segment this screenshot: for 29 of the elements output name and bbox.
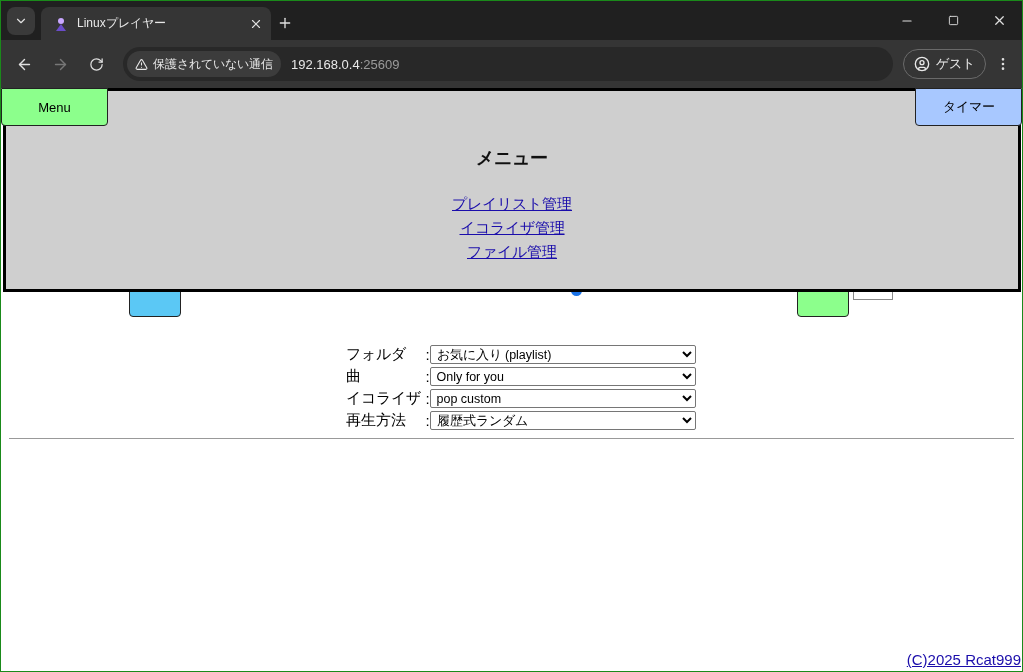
profile-label: ゲスト	[936, 55, 975, 73]
setting-label: 再生方法	[345, 411, 407, 430]
tab-search-button[interactable]	[7, 7, 35, 35]
setting-select[interactable]: お気に入り (playlist)	[429, 345, 696, 364]
label-colon: :	[425, 412, 430, 429]
menu-title: メニュー	[476, 147, 548, 170]
menu-link[interactable]: ファイル管理	[467, 240, 557, 264]
browser-tab[interactable]: Linuxプレイヤー	[41, 7, 271, 40]
label-colon: :	[425, 390, 430, 407]
label-colon: :	[425, 346, 430, 363]
setting-label: 曲	[345, 367, 362, 386]
timer-button[interactable]: タイマー	[915, 88, 1022, 126]
setting-select[interactable]: Only for you	[429, 367, 696, 386]
menu-link[interactable]: プレイリスト管理	[452, 192, 572, 216]
setting-select[interactable]: pop custom	[429, 389, 696, 408]
warning-icon	[135, 57, 148, 71]
menu-button[interactable]: Menu	[1, 88, 108, 126]
copyright-link[interactable]: (C)2025 Rcat999	[906, 651, 1021, 668]
security-chip[interactable]: 保護されていない通信	[127, 51, 281, 77]
menu-link[interactable]: イコライザ管理	[459, 216, 565, 240]
label-colon: :	[425, 368, 430, 385]
url-field[interactable]: 192.168.0.4:25609	[291, 56, 400, 72]
new-tab-icon[interactable]	[277, 15, 293, 31]
setting-label: イコライザ	[345, 389, 422, 408]
setting-label: フォルダ	[345, 345, 407, 364]
user-icon	[914, 56, 930, 72]
setting-select[interactable]: 履歴式ランダム	[429, 411, 696, 430]
app-icon	[53, 15, 69, 32]
tab-title: Linuxプレイヤー	[77, 15, 167, 32]
